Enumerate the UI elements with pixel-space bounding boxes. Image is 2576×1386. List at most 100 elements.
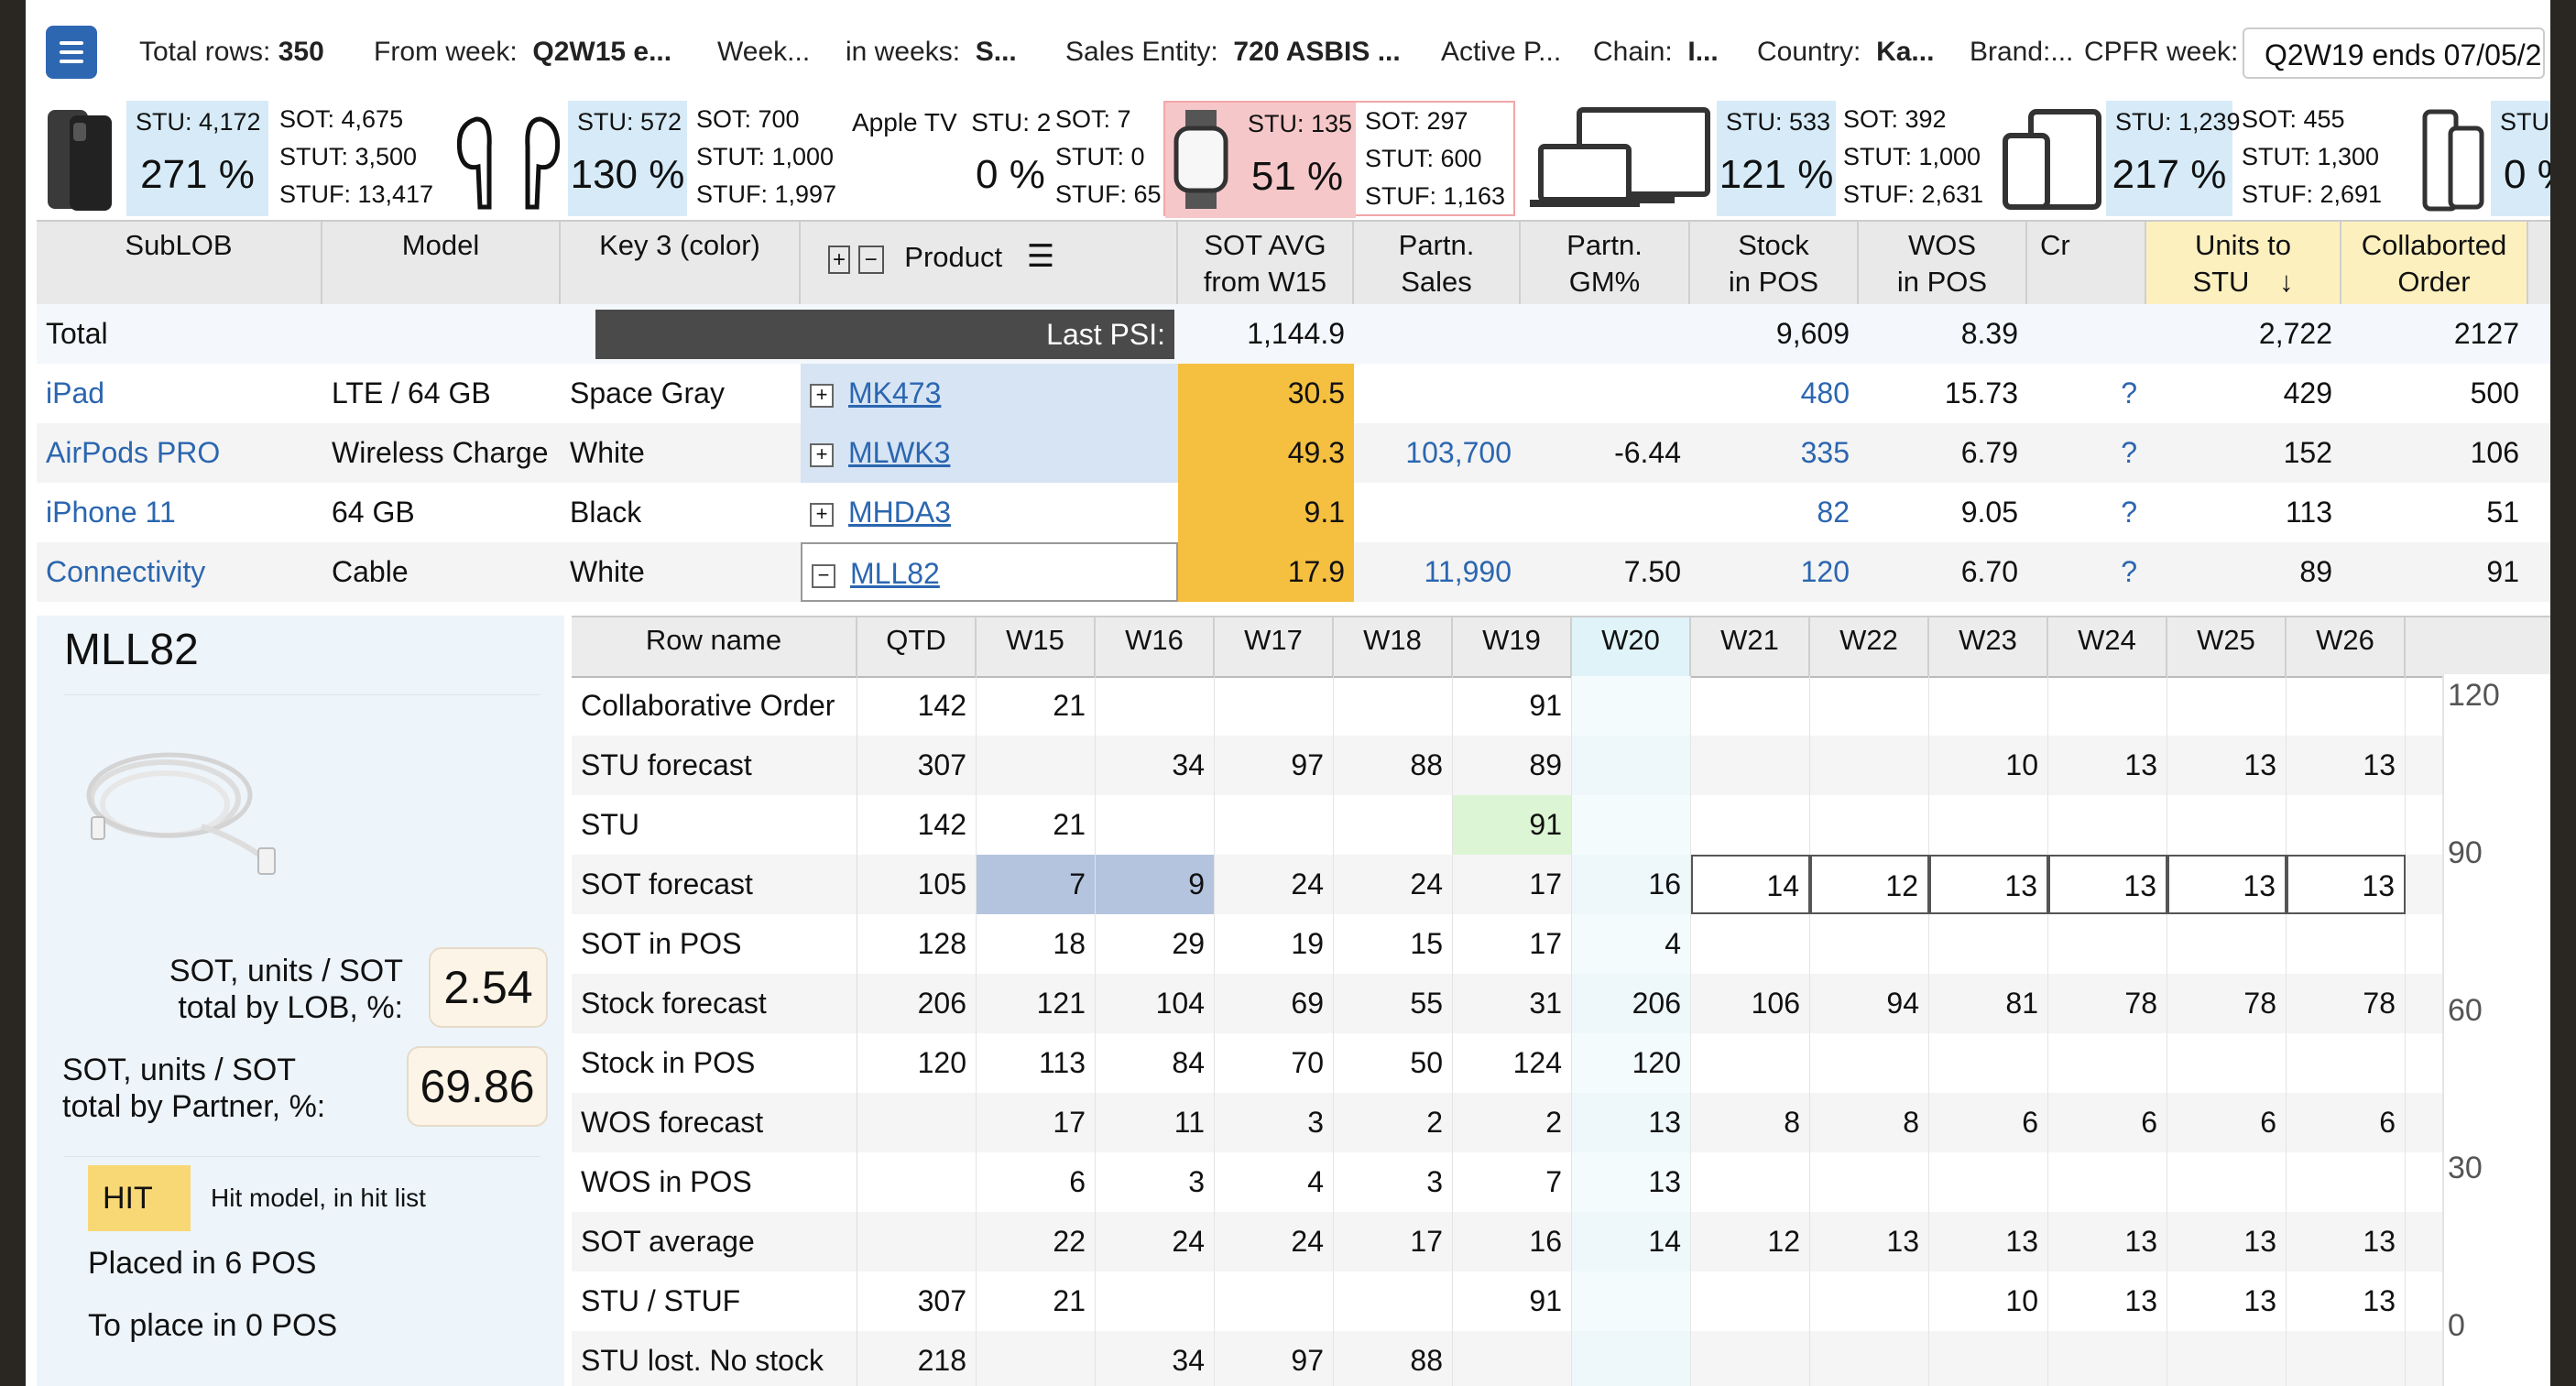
category-iphone[interactable]: STU: 4,172 271 % SOT: 4,675 STUT: 3,500 … [37, 101, 451, 216]
category-stu: STU: 533 [1726, 108, 1831, 136]
weekly-cell: 13 [2048, 736, 2167, 795]
weekly-cell [1929, 676, 2048, 736]
table-row[interactable]: iPad LTE / 64 GB Space Gray + MK473 30.5 … [37, 364, 2550, 423]
weekly-cell: 8 [1810, 1093, 1929, 1152]
weekly-col-w23[interactable]: W23 [1929, 617, 2048, 676]
active-filter[interactable]: Active P... [1441, 37, 1561, 68]
weekly-cell [2048, 795, 2167, 855]
product-link[interactable]: MLL82 [850, 557, 940, 590]
weekly-cell[interactable]: 12 [1810, 855, 1929, 914]
weekly-col-row-name[interactable]: Row name [572, 617, 857, 676]
weekly-cell[interactable]: 13 [2167, 855, 2287, 914]
collapse-all-icon[interactable]: − [857, 246, 884, 274]
chain-filter[interactable]: Chain: I... [1593, 37, 1719, 68]
col-units-stu[interactable]: Units to STU ↓ [2146, 222, 2341, 304]
product-link[interactable]: MK473 [848, 377, 941, 409]
weekly-cell[interactable]: 13 [2287, 855, 2406, 914]
weekly-cell[interactable]: 13 [1929, 855, 2048, 914]
weekly-cell [1691, 736, 1810, 795]
weekly-cell [1215, 795, 1334, 855]
category-apple-tv[interactable]: Apple TV STU: 2 0 % SOT: 7 STUT: 0 STUF:… [843, 101, 1165, 216]
table-row[interactable]: AirPods PRO Wireless Charge White + MLWK3… [37, 423, 2550, 483]
hamburger-menu-icon[interactable] [46, 26, 97, 79]
col-model[interactable]: Model [322, 222, 561, 304]
table-row[interactable]: iPhone 11 64 GB Black + MHDA3 9.1 82 9.05… [37, 483, 2550, 542]
weekly-col-w22[interactable]: W22 [1810, 617, 1929, 676]
weekly-col-w24[interactable]: W24 [2048, 617, 2167, 676]
category-airpods[interactable]: STU: 572 130 % SOT: 700 STUT: 1,000 STUF… [449, 101, 845, 216]
weekly-cell [1929, 1331, 2048, 1386]
weekly-cell: 4 [1572, 914, 1691, 974]
category-sot: SOT: 7 [1055, 105, 1131, 133]
weekly-cell [2167, 914, 2287, 974]
category-pct: 0 % [976, 152, 1045, 197]
category-apple-watch[interactable]: STU: 135 51 % SOT: 297 STUT: 600 STUF: 1… [1163, 101, 1515, 218]
weekly-col-w18[interactable]: W18 [1334, 617, 1453, 676]
product-link[interactable]: MLWK3 [848, 436, 950, 469]
col-cr[interactable]: Cr [2027, 222, 2146, 304]
weekly-cell [857, 1093, 977, 1152]
weekly-cell: 6 [2167, 1093, 2287, 1152]
weekly-row: SOT average 22 24 24 17 16 14 12 13 13 13 13 13 [572, 1212, 2550, 1271]
weekly-row-name: Stock in POS [572, 1033, 857, 1093]
col-key3[interactable]: Key 3 (color) [561, 222, 801, 304]
expand-row-icon[interactable]: + [810, 442, 834, 467]
axis-tick: 30 [2448, 1151, 2483, 1185]
table-row-selected[interactable]: Connectivity Cable White − MLL82 17.9 11,… [37, 542, 2550, 602]
brand-filter[interactable]: Brand:... [1970, 37, 2073, 68]
weekly-cell: 17 [977, 1093, 1096, 1152]
weekly-col-w26[interactable]: W26 [2287, 617, 2406, 676]
weekly-cell: 94 [1810, 974, 1929, 1033]
col-wos-pos[interactable]: WOS in POS [1859, 222, 2027, 304]
sales-entity-filter[interactable]: Sales Entity: 720 ASBIS ... [1065, 37, 1401, 68]
weekly-cell: 307 [857, 1271, 977, 1331]
expand-row-icon[interactable]: + [810, 502, 834, 527]
in-weeks-filter[interactable]: in weeks: S... [846, 37, 1017, 68]
country-filter[interactable]: Country: Ka... [1757, 37, 1934, 68]
category-pct: 0 % [2504, 152, 2550, 197]
last-psi-label: Last PSI: [595, 310, 1174, 359]
weekly-cell [1572, 795, 1691, 855]
weekly-row: Stock in POS 120 113 84 70 50 124 120 [572, 1033, 2550, 1093]
axis-tick: 90 [2448, 835, 2483, 870]
weekly-col-qtd[interactable]: QTD [857, 617, 977, 676]
col-partn-sales[interactable]: Partn. Sales [1354, 222, 1521, 304]
weekly-col-w20[interactable]: W20 [1572, 617, 1691, 676]
weekly-col-w17[interactable]: W17 [1215, 617, 1334, 676]
weekly-row-name: Stock forecast [572, 974, 857, 1033]
weekly-col-w15[interactable]: W15 [977, 617, 1096, 676]
category-stuf: STUF: 2,631 [1843, 180, 1984, 208]
expand-row-icon[interactable]: + [810, 383, 834, 408]
cpfr-week-select[interactable]: Q2W19 ends 07/05/2 [2243, 27, 2545, 79]
weekly-cell [1929, 1152, 2048, 1212]
col-sublob[interactable]: SubLOB [37, 222, 322, 304]
weekly-col-w21[interactable]: W21 [1691, 617, 1810, 676]
from-week-filter[interactable]: From week: Q2W15 e... [374, 37, 671, 68]
weekly-col-w25[interactable]: W25 [2167, 617, 2287, 676]
weekly-col-w19[interactable]: W19 [1453, 617, 1572, 676]
category-mac[interactable]: STU: 533 121 % SOT: 392 STUT: 1,000 STUF… [1515, 101, 1998, 216]
col-partn-gm[interactable]: Partn. GM% [1521, 222, 1690, 304]
weekly-col-w16[interactable]: W16 [1096, 617, 1215, 676]
weekly-row-name: WOS forecast [572, 1093, 857, 1152]
weekly-cell: 13 [1572, 1152, 1691, 1212]
weekly-cell: 17 [1334, 1212, 1453, 1271]
collapse-row-icon[interactable]: − [812, 563, 835, 588]
col-collab-order[interactable]: Collaborted Order [2341, 222, 2528, 304]
week-filter[interactable]: Week... [717, 37, 810, 68]
category-accessories[interactable]: STU: 0 % [2418, 101, 2550, 216]
category-ipad[interactable]: STU: 1,239 217 % SOT: 455 STUT: 1,300 ST… [1996, 101, 2419, 216]
col-sot-avg[interactable]: SOT AVG from W15 [1178, 222, 1354, 304]
weekly-cell: 105 [857, 855, 977, 914]
weekly-cell[interactable]: 14 [1691, 855, 1810, 914]
product-link[interactable]: MHDA3 [848, 496, 951, 529]
weekly-row-name: STU [572, 795, 857, 855]
weekly-cell: 91 [1453, 1271, 1572, 1331]
weekly-cell [977, 1331, 1096, 1386]
col-product[interactable]: + − Product ☰ [801, 222, 1178, 304]
col-stock-pos[interactable]: Stock in POS [1690, 222, 1859, 304]
weekly-cell[interactable]: 13 [2048, 855, 2167, 914]
weekly-cell: 106 [1691, 974, 1810, 1033]
column-menu-icon[interactable]: ☰ [1027, 239, 1054, 274]
expand-all-icon[interactable]: + [828, 246, 851, 274]
